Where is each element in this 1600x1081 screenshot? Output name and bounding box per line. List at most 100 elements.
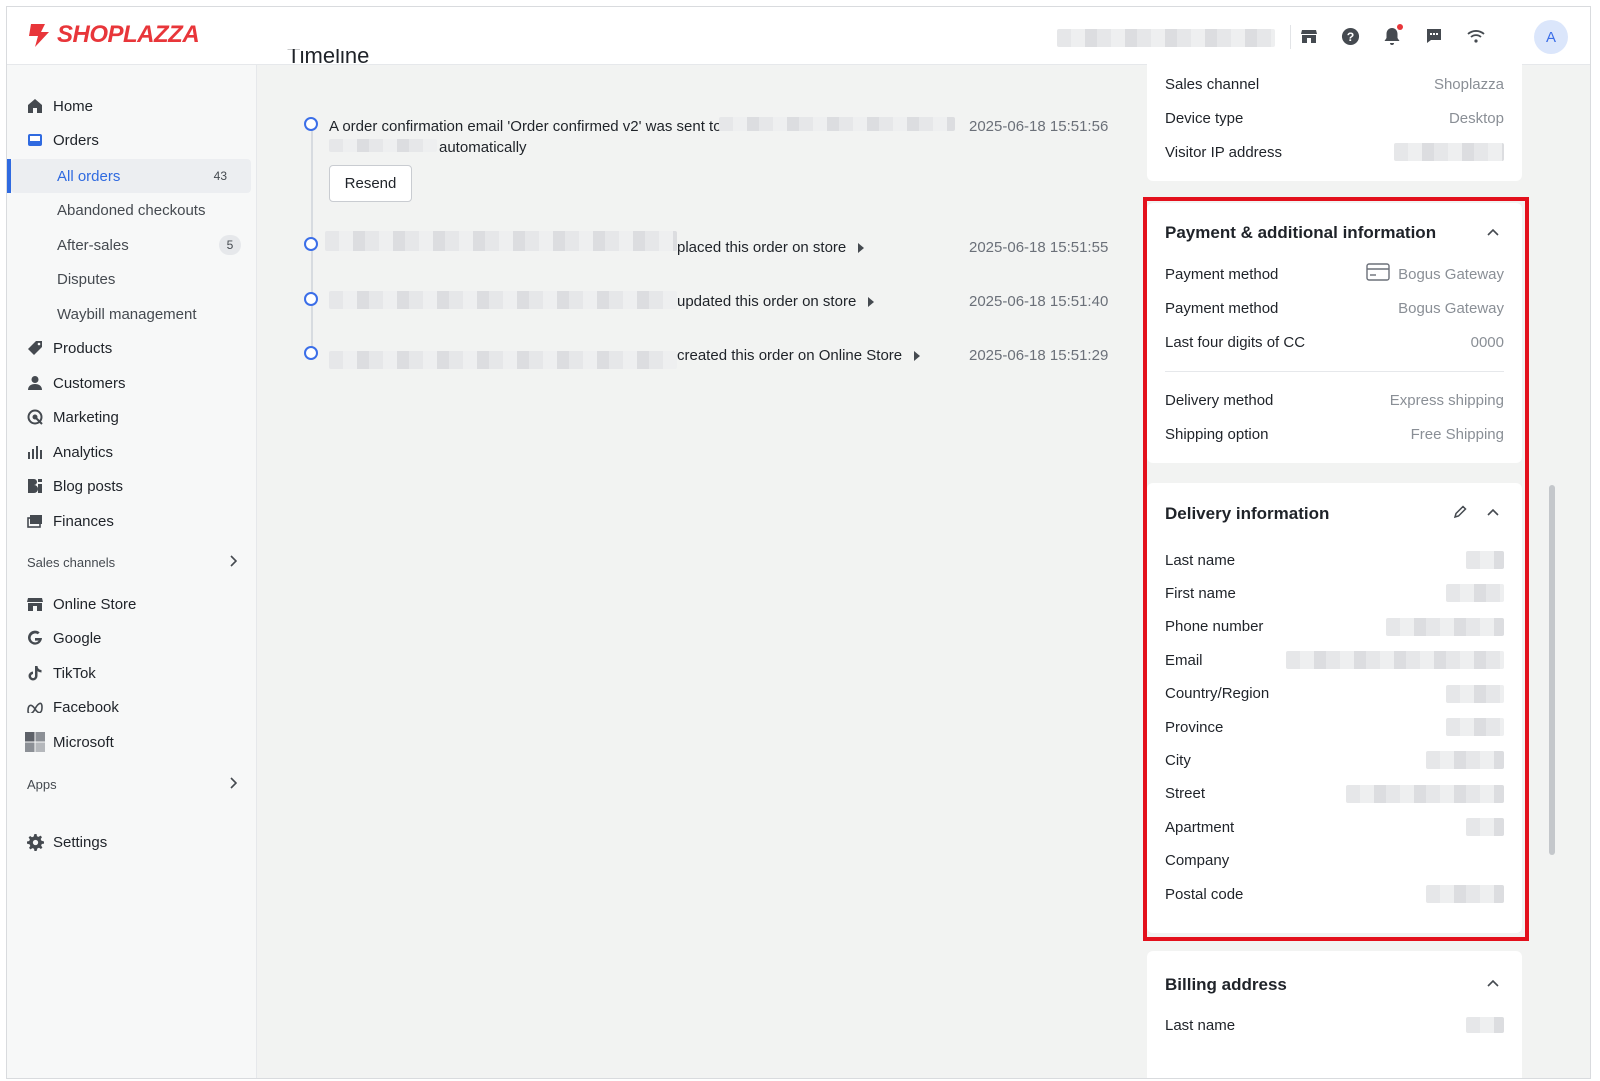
detail-value: Shoplazza	[1433, 75, 1504, 93]
sidebar-item-label: Waybill management	[57, 305, 197, 323]
sidebar-item-label: After-sales	[57, 236, 129, 254]
delivery-row: Last name	[1165, 549, 1504, 571]
resend-button[interactable]: Resend	[329, 165, 412, 202]
billing-card-title: Billing address	[1165, 975, 1287, 994]
payment-row: Payment method Bogus Gateway	[1165, 263, 1504, 285]
payment-row: Last four digits of CC 0000	[1165, 331, 1504, 353]
collapse-chevron-icon[interactable]	[1486, 505, 1500, 519]
sidebar-item-label: All orders	[57, 167, 121, 185]
timeline-dot	[304, 117, 318, 131]
divider	[1165, 371, 1504, 372]
sidebar-item-label: Settings	[53, 833, 108, 851]
sidebar-item-analytics[interactable]: Analytics	[7, 435, 257, 469]
delivery-card: Delivery information Last name First name…	[1147, 483, 1522, 933]
sidebar: Home Orders All orders 43 Abandoned chec…	[7, 65, 257, 1078]
shipping-label: Shipping option	[1165, 425, 1269, 443]
sidebar-item-tiktok[interactable]: TikTok	[7, 656, 257, 690]
delivery-label: Email	[1165, 651, 1203, 669]
detail-label: Device type	[1165, 109, 1244, 127]
delivery-label: Street	[1165, 785, 1206, 803]
timeline-event-placed[interactable]: placed this order on store	[677, 239, 865, 256]
sidebar-item-all-orders[interactable]: All orders 43	[11, 159, 251, 193]
google-icon	[25, 628, 45, 648]
brand-name: SHOPLAZZA	[57, 21, 200, 48]
delivery-label: Phone number	[1165, 618, 1264, 636]
sidebar-item-microsoft[interactable]: Microsoft	[7, 725, 257, 759]
sidebar-item-marketing[interactable]: Marketing	[7, 400, 257, 434]
apps-header[interactable]: Apps	[27, 774, 238, 794]
sidebar-item-label: Orders	[53, 131, 99, 149]
delivery-row: Postal code	[1165, 883, 1504, 905]
timeline-event-text: placed this order on store	[677, 239, 847, 256]
payment-value: Bogus Gateway	[1398, 299, 1504, 317]
sidebar-item-orders[interactable]: Orders	[7, 123, 257, 157]
sidebar-item-products[interactable]: Products	[7, 331, 257, 365]
brand-logo[interactable]: SHOPLAZZA	[27, 21, 200, 49]
expand-caret-icon[interactable]	[858, 243, 865, 254]
order-details-card: Sales channel Shoplazza Device type Desk…	[1147, 57, 1522, 181]
timeline-event-created[interactable]: created this order on Online Store	[677, 347, 921, 364]
timeline-event-email: A order confirmation email 'Order confir…	[329, 118, 722, 135]
sidebar-item-finances[interactable]: Finances	[7, 504, 257, 538]
delivery-label: City	[1165, 751, 1191, 769]
tiktok-icon	[25, 663, 45, 683]
payment-card: Payment & additional information Payment…	[1147, 203, 1522, 463]
sidebar-item-waybill-management[interactable]: Waybill management	[7, 297, 257, 331]
collapse-chevron-icon[interactable]	[1486, 976, 1500, 990]
delivery-label: Last name	[1165, 551, 1236, 569]
sidebar-item-home[interactable]: Home	[7, 89, 257, 123]
delivery-row: First name	[1165, 582, 1504, 604]
sidebar-item-blog-posts[interactable]: Blog posts	[7, 469, 257, 503]
delivery-value-redacted	[1346, 784, 1504, 803]
delivery-value-redacted	[1446, 584, 1504, 603]
store-icon[interactable]	[1297, 24, 1321, 48]
sidebar-item-settings[interactable]: Settings	[7, 825, 257, 859]
wifi-icon[interactable]	[1464, 24, 1488, 48]
sidebar-item-label: Microsoft	[53, 733, 114, 751]
sidebar-item-facebook[interactable]: Facebook	[7, 690, 257, 724]
collapse-chevron-icon[interactable]	[1486, 225, 1500, 239]
payment-label: Payment method	[1165, 265, 1279, 283]
sidebar-item-online-store[interactable]: Online Store	[7, 587, 257, 621]
sidebar-item-label: Marketing	[53, 408, 119, 426]
shipping-value: Express shipping	[1389, 391, 1504, 409]
edit-pencil-icon[interactable]	[1453, 505, 1467, 519]
svg-text:?: ?	[1346, 29, 1354, 43]
timeline-title: Timeline	[287, 49, 370, 67]
scrollbar-thumb[interactable]	[1549, 485, 1555, 855]
delivery-label: Province	[1165, 718, 1224, 736]
delivery-label: Apartment	[1165, 818, 1235, 836]
sidebar-item-google[interactable]: Google	[7, 621, 257, 655]
timeline-event-updated[interactable]: updated this order on store	[677, 293, 875, 310]
timeline-event-time: 2025-06-18 15:51:55	[969, 239, 1109, 256]
bar-chart-icon	[25, 442, 45, 462]
bell-icon[interactable]	[1380, 24, 1404, 48]
after-sales-count-badge: 5	[219, 235, 241, 255]
sidebar-item-customers[interactable]: Customers	[7, 366, 257, 400]
finance-icon	[25, 511, 45, 531]
delivery-label: Company	[1165, 852, 1230, 870]
expand-caret-icon[interactable]	[868, 297, 875, 308]
actor-redacted	[325, 231, 677, 251]
user-avatar[interactable]: A	[1534, 20, 1568, 54]
detail-row: Device type Desktop	[1165, 107, 1504, 129]
delivery-row: Company	[1165, 850, 1504, 872]
email-redacted	[719, 117, 955, 131]
sidebar-item-label: Finances	[53, 512, 114, 530]
delivery-value-redacted	[1426, 885, 1504, 903]
payment-label: Payment method	[1165, 299, 1279, 317]
sidebar-item-abandoned-checkouts[interactable]: Abandoned checkouts	[7, 193, 257, 227]
credit-card-icon	[1366, 263, 1390, 285]
chat-icon[interactable]	[1422, 24, 1446, 48]
sales-channels-header[interactable]: Sales channels	[27, 552, 238, 572]
meta-icon	[25, 697, 45, 717]
sidebar-item-disputes[interactable]: Disputes	[7, 262, 257, 296]
timeline-dot	[304, 237, 318, 251]
sidebar-item-label: TikTok	[53, 664, 96, 682]
shipping-label: Delivery method	[1165, 391, 1274, 409]
help-icon[interactable]: ?	[1338, 24, 1362, 48]
sidebar-item-label: Products	[53, 339, 113, 357]
expand-caret-icon[interactable]	[914, 351, 921, 362]
delivery-row: Country/Region	[1165, 683, 1504, 705]
sidebar-item-after-sales[interactable]: After-sales 5	[7, 228, 257, 262]
